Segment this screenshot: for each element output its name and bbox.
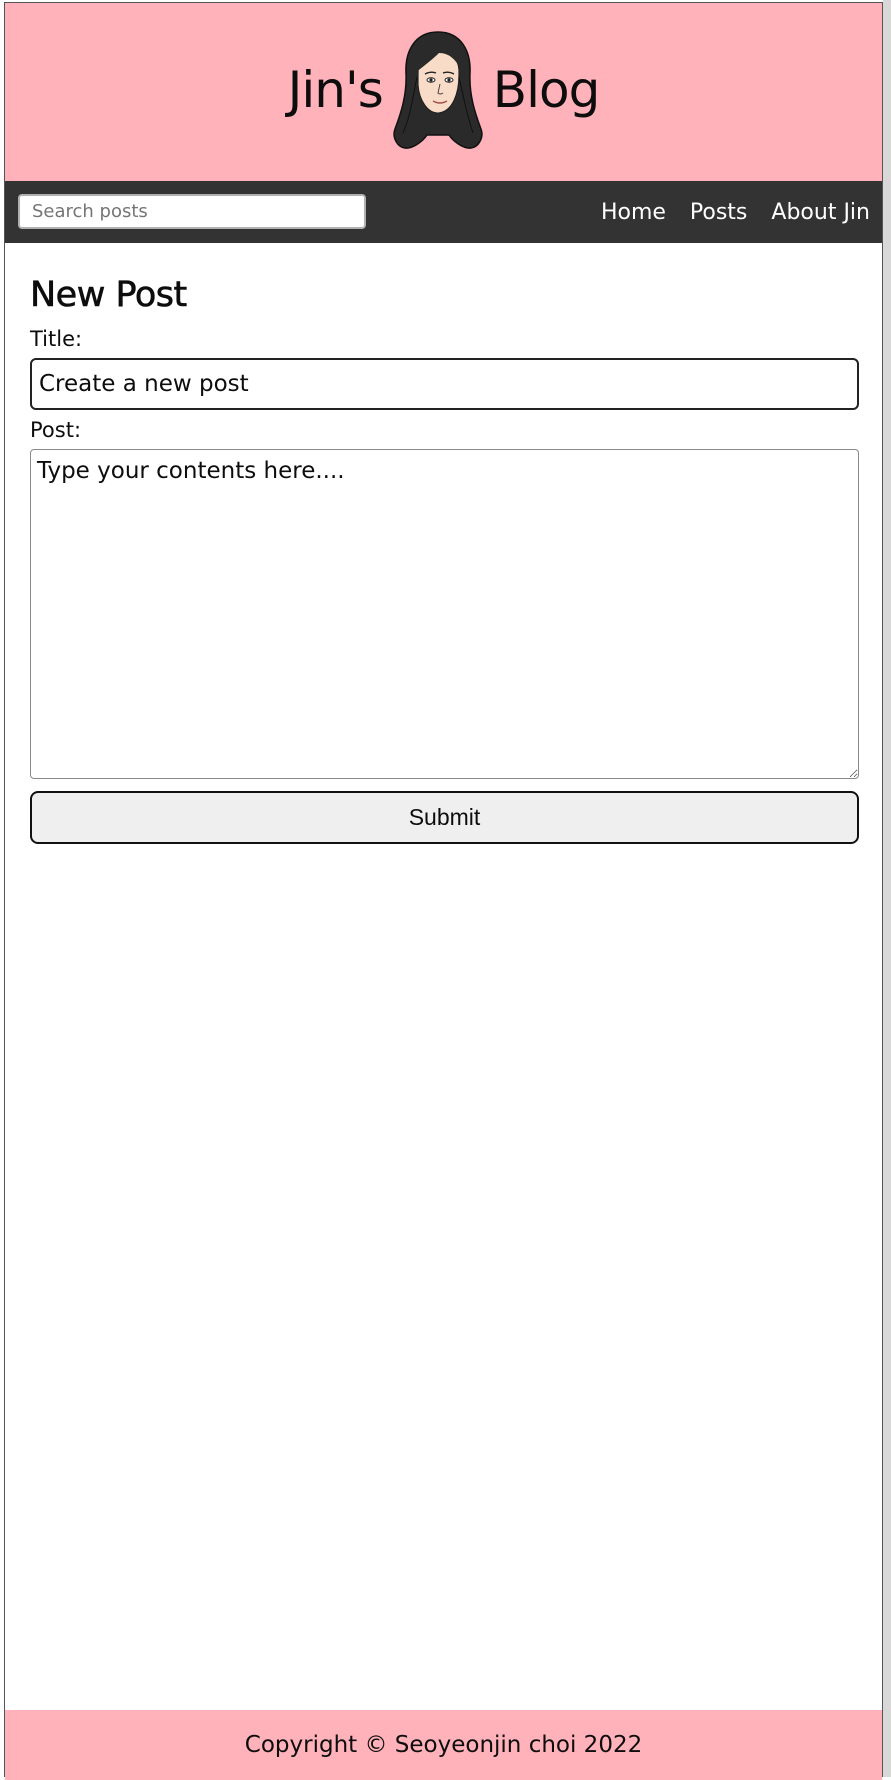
page-frame: Jin's Blog Search posts Home Posts About… [4, 2, 883, 1780]
nav-link-posts[interactable]: Posts [690, 200, 748, 225]
search-input[interactable] [18, 194, 366, 229]
title-label: Title: [30, 327, 83, 351]
nav-link-home[interactable]: Home [601, 200, 666, 225]
page-title: New Post [30, 275, 188, 316]
brand-right-text: Blog [492, 61, 601, 119]
window-edge [883, 0, 891, 1777]
nav-links: Home Posts About Jin [577, 181, 870, 243]
site-brand[interactable]: Jin's Blog [5, 27, 882, 153]
site-footer: Copyright © Seoyeonjin choi 2022 [5, 1710, 882, 1780]
site-header: Jin's Blog [5, 3, 882, 181]
top-nav: Home Posts About Jin [5, 181, 882, 243]
title-field[interactable] [30, 358, 859, 410]
woman-avatar-icon [393, 31, 483, 149]
submit-button[interactable]: Submit [30, 791, 859, 844]
copyright-text: Copyright © Seoyeonjin choi 2022 [244, 1732, 643, 1758]
nav-link-about[interactable]: About Jin [771, 200, 870, 225]
brand-left-text: Jin's [287, 61, 384, 119]
post-label: Post: [30, 418, 82, 442]
post-textarea[interactable]: Type your contents here.... [30, 449, 859, 779]
